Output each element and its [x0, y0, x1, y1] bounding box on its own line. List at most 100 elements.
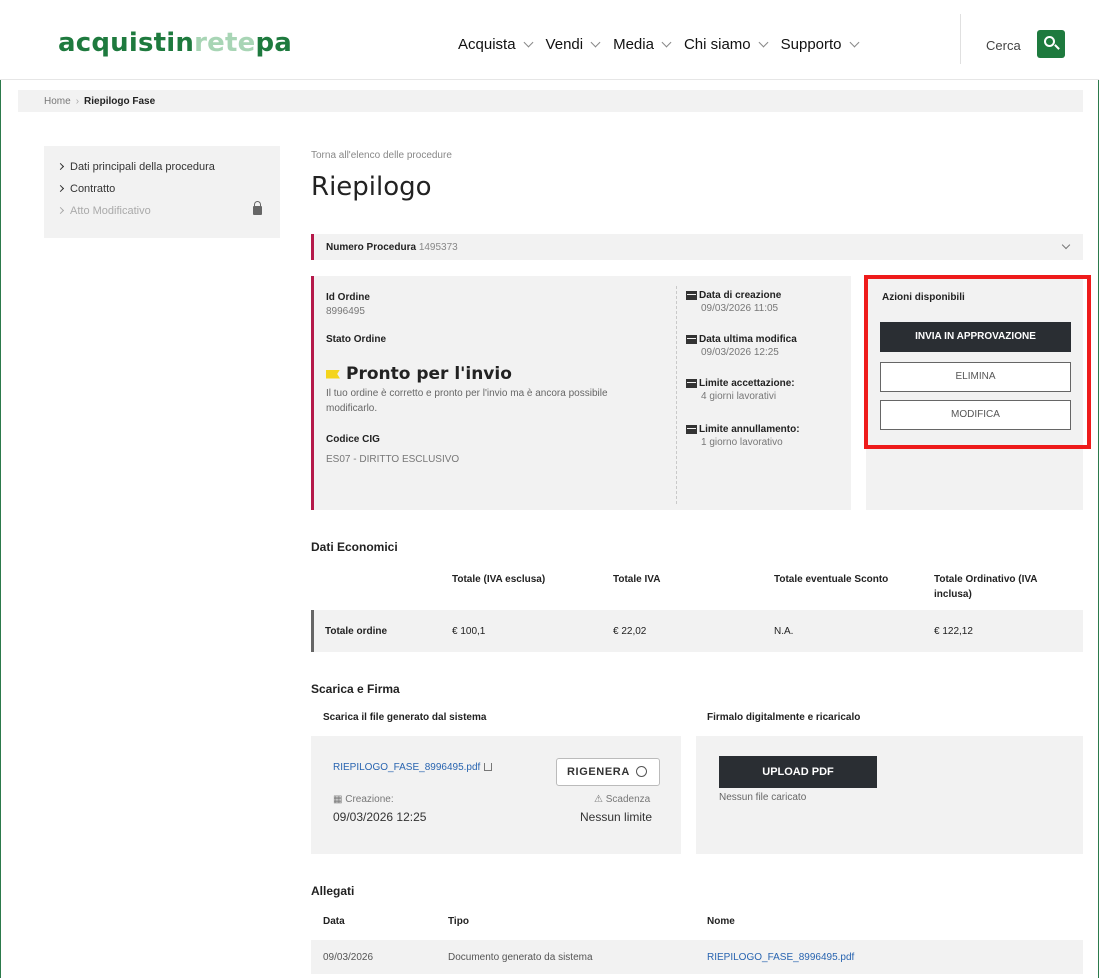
search-icon-handle — [1054, 44, 1060, 50]
nav-label: Supporto — [780, 36, 842, 53]
breadcrumb: Home › Riepilogo Fase — [18, 90, 1083, 112]
economics-header: Totale (IVA esclusa) — [452, 574, 546, 585]
upload-pdf-button[interactable]: UPLOAD PDF — [719, 756, 877, 788]
chevron-right-icon — [56, 206, 65, 215]
breadcrumb-home[interactable]: Home — [44, 96, 71, 107]
actions-title: Azioni disponibili — [882, 292, 965, 303]
order-status: Pronto per l'invio — [326, 364, 512, 384]
calendar-icon — [686, 379, 697, 388]
sidebar-item-label: Contratto — [70, 183, 116, 195]
chevron-down-icon — [661, 37, 672, 48]
date-value: 09/03/2026 12:25 — [701, 347, 779, 358]
date-value: 1 giorno lavorativo — [701, 437, 783, 448]
economics-header: Totale IVA — [613, 574, 661, 585]
economics-title: Dati Economici — [311, 540, 398, 554]
sidebar-item-label: Atto Modificativo — [70, 205, 151, 217]
breadcrumb-separator: › — [75, 96, 80, 107]
date-label: Limite accettazione: — [699, 378, 795, 389]
nav-label: Chi siamo — [683, 36, 751, 53]
nav-vendi[interactable]: Vendi — [545, 36, 601, 53]
expiry-label: ⚠ Scadenza — [594, 794, 651, 805]
nav-supporto[interactable]: Supporto — [780, 36, 859, 53]
nav-media[interactable]: Media — [613, 36, 672, 53]
attachment-date: 09/03/2026 — [323, 952, 374, 963]
edit-button[interactable]: MODIFICA — [880, 400, 1071, 430]
order-id-value: 8996495 — [326, 306, 365, 317]
sidebar-item-contratto[interactable]: Contratto — [44, 178, 280, 200]
logo-part-3: pa — [255, 28, 293, 58]
attachments-header-type: Tipo — [448, 916, 469, 927]
order-summary-card: Id Ordine 8996495 Stato Ordine Pronto pe… — [311, 276, 851, 510]
calendar-icon — [686, 425, 697, 434]
attachment-type: Documento generato da sistema — [448, 952, 593, 963]
send-for-approval-button[interactable]: INVIA IN APPROVAZIONE — [880, 322, 1071, 352]
date-label: Limite annullamento: — [699, 424, 800, 435]
lock-icon — [253, 201, 262, 215]
search-label[interactable]: Cerca — [986, 38, 1021, 53]
chevron-down-icon — [1061, 240, 1071, 250]
creation-date: Data di creazione 09/03/2026 11:05 — [686, 290, 781, 314]
attachments-header-name: Nome — [707, 916, 735, 927]
creation-value: 09/03/2026 12:25 — [333, 810, 427, 824]
chevron-down-icon — [758, 37, 769, 48]
nav-label: Vendi — [545, 36, 584, 53]
chevron-right-icon — [56, 162, 65, 171]
acceptance-limit: Limite accettazione: 4 giorni lavorativi — [686, 378, 795, 402]
download-subtitle: Scarica il file generato dal sistema — [323, 712, 487, 723]
delete-button[interactable]: ELIMINA — [880, 362, 1071, 392]
site-header: acquistinretepa Acquista Vendi Media Chi… — [0, 0, 1099, 80]
procedure-number: 1495373 — [418, 242, 458, 253]
no-file-text: Nessun file caricato — [719, 792, 807, 803]
chevron-right-icon — [56, 184, 65, 193]
economics-header: Totale Ordinativo (IVA inclusa) — [934, 574, 1038, 600]
row-label: Totale ordine — [325, 626, 388, 637]
table-row: 09/03/2026 Documento generato da sistema… — [311, 940, 1083, 974]
search-button[interactable] — [1037, 30, 1065, 58]
breadcrumb-current: Riepilogo Fase — [84, 96, 156, 107]
chevron-down-icon — [523, 37, 533, 48]
cig-value: ES07 - DIRITTO ESCLUSIVO — [326, 454, 460, 465]
page-title: Riepilogo — [311, 172, 432, 202]
download-icon — [484, 763, 493, 771]
file-name: RIEPILOGO_FASE_8996495.pdf — [333, 762, 481, 773]
order-status-description: Il tuo ordine è corretto e pronto per l'… — [326, 388, 608, 414]
procedure-number-bar[interactable]: Numero Procedura 1495373 — [311, 234, 1083, 260]
nav-label: Acquista — [458, 36, 516, 53]
nav-label: Media — [613, 36, 654, 53]
creation-label-text: Creazione: — [345, 794, 394, 805]
sidebar: Dati principali della procedura Contratt… — [44, 146, 280, 238]
calendar-icon — [686, 335, 697, 344]
expiry-value: Nessun limite — [580, 810, 653, 824]
upload-subtitle: Firmalo digitalmente e ricaricalo — [707, 712, 861, 723]
creation-label: ▦ Creazione: — [333, 794, 394, 805]
regenerate-button[interactable]: RIGENERA — [556, 758, 660, 786]
sidebar-item-label: Dati principali della procedura — [70, 161, 215, 173]
header-divider — [960, 14, 961, 64]
nav-chi-siamo[interactable]: Chi siamo — [683, 36, 769, 53]
total-excl-vat: € 100,1 — [452, 626, 486, 637]
back-to-procedures-link[interactable]: Torna all'elenco delle procedure — [311, 150, 452, 161]
total-discount: N.A. — [774, 626, 794, 637]
total-vat: € 22,02 — [613, 626, 647, 637]
order-id-label: Id Ordine — [326, 292, 370, 303]
sidebar-item-dati-principali[interactable]: Dati principali della procedura — [44, 156, 280, 178]
attachments-title: Allegati — [311, 884, 355, 898]
refresh-icon — [636, 766, 647, 777]
logo-part-1: acquistin — [58, 28, 195, 58]
last-modified-date: Data ultima modifica 09/03/2026 12:25 — [686, 334, 797, 358]
date-value: 09/03/2026 11:05 — [701, 303, 779, 314]
sidebar-item-atto-modificativo: Atto Modificativo — [44, 200, 280, 222]
attachment-link[interactable]: RIEPILOGO_FASE_8996495.pdf — [707, 952, 854, 963]
nav-acquista[interactable]: Acquista — [458, 36, 533, 53]
date-label: Data ultima modifica — [699, 334, 797, 345]
logo-part-2: rete — [194, 28, 256, 58]
site-logo[interactable]: acquistinretepa — [58, 28, 292, 58]
flag-icon — [326, 369, 340, 379]
cancellation-limit: Limite annullamento: 1 giorno lavorativo — [686, 424, 800, 448]
procedure-label: Numero Procedura — [326, 242, 417, 253]
dashed-divider — [676, 286, 677, 504]
attachments-header-date: Data — [323, 916, 345, 927]
sign-section-title: Scarica e Firma — [311, 682, 400, 696]
generated-file-link[interactable]: RIEPILOGO_FASE_8996495.pdf — [333, 762, 493, 773]
calendar-icon — [686, 291, 697, 300]
